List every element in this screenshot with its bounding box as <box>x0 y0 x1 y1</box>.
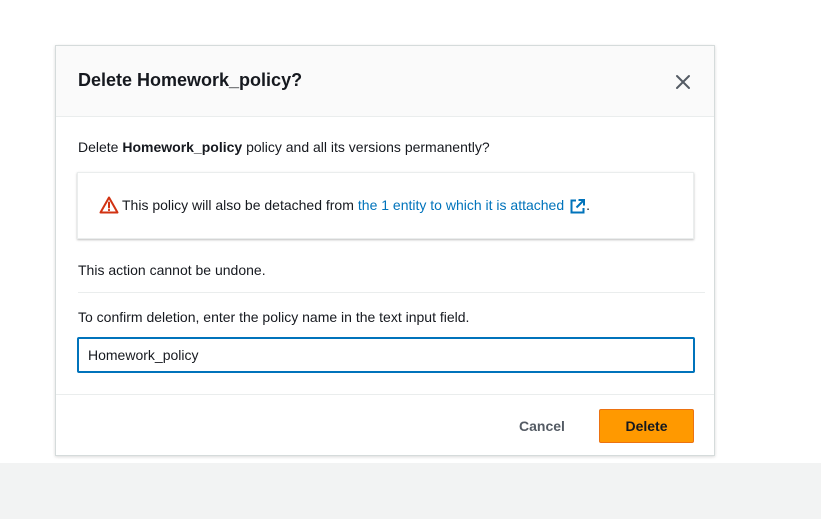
intro-prefix: Delete <box>78 139 123 155</box>
delete-intro-text: Delete Homework_policy policy and all it… <box>78 138 490 156</box>
intro-policy-name: Homework_policy <box>122 139 243 155</box>
close-icon <box>676 75 690 89</box>
footer-divider <box>56 394 714 395</box>
external-link-icon <box>569 198 586 215</box>
delete-policy-modal: Delete Homework_policy? Delete Homework_… <box>55 45 715 456</box>
alert-link-text: the 1 entity to which it is attached <box>357 197 565 213</box>
confirm-instruction-text: To confirm deletion, enter the policy na… <box>78 309 470 325</box>
attached-entities-link[interactable]: the 1 entity to which it is attached <box>358 196 586 215</box>
page-backdrop <box>0 463 821 519</box>
alert-trailing-period: . <box>586 197 591 214</box>
warning-icon <box>99 196 119 214</box>
section-divider <box>78 292 705 293</box>
intro-suffix: policy and all its versions permanently? <box>242 139 490 155</box>
detach-warning-alert: This policy will also be detached from t… <box>77 172 694 239</box>
cancel-button[interactable]: Cancel <box>504 409 580 443</box>
alert-content: This policy will also be detached from t… <box>99 196 590 215</box>
delete-button[interactable]: Delete <box>599 409 694 443</box>
undo-warning-text: This action cannot be undone. <box>78 262 266 278</box>
modal-header: Delete Homework_policy? <box>56 46 714 117</box>
modal-title: Delete Homework_policy? <box>78 70 303 90</box>
alert-text: This policy will also be detached from <box>122 197 354 214</box>
close-button[interactable] <box>671 70 695 94</box>
policy-name-confirm-input[interactable] <box>77 337 695 373</box>
